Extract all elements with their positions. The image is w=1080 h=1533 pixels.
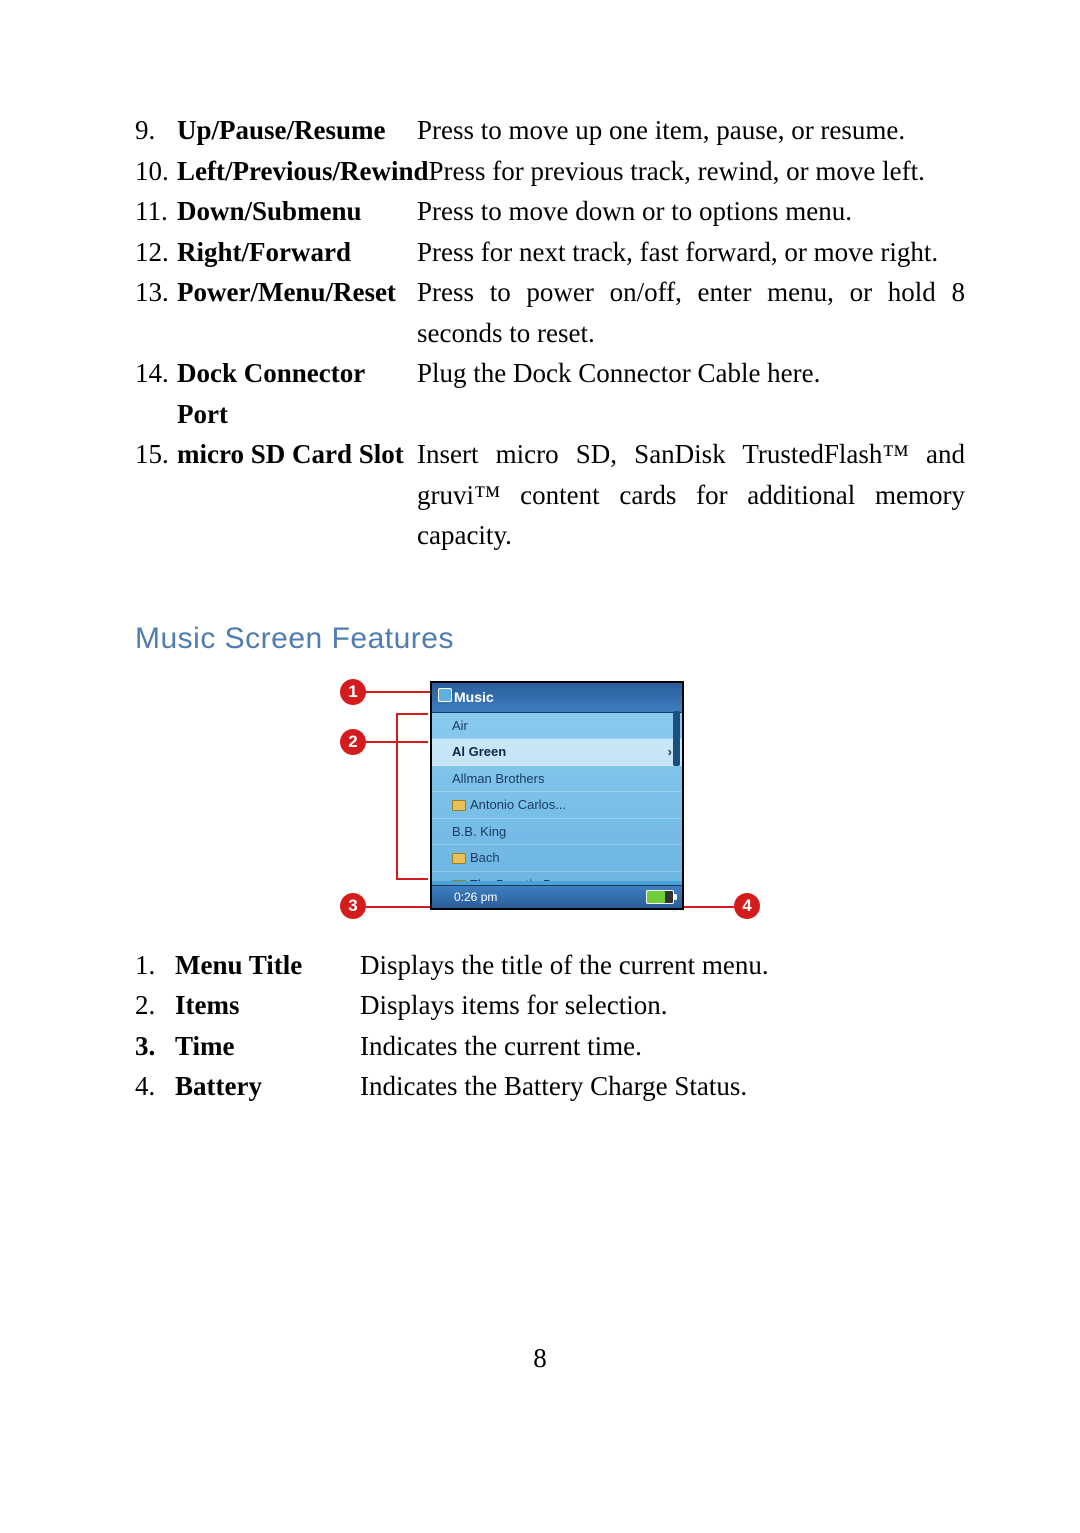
features-row: 3. Time Indicates the current time. [135,1026,965,1067]
features-row: 1. Menu Title Displays the title of the … [135,945,965,986]
item-label: micro SD Card Slot [177,434,417,475]
device-screen: Music Air Al Green Allman Brothers Anton… [430,681,684,910]
list-item: B.B. King [432,819,682,846]
screen-time: 0:26 pm [454,888,497,906]
callout-4: 4 [734,893,760,919]
list-item-text: B.B. King [452,824,506,839]
list-item-text: Bach [470,850,500,865]
item-number: 12. [135,232,177,273]
controls-row: 15. micro SD Card Slot Insert micro SD, … [135,434,965,556]
folder-icon [452,853,466,864]
item-number: 9. [135,110,177,151]
screen-status-bar: 0:26 pm [432,885,682,908]
controls-row: 10. Left/Previous/Rewind Press for previ… [135,151,965,192]
callout-line [396,713,398,878]
item-label: Power/Menu/Reset [177,272,417,313]
feature-number: 4. [135,1066,175,1107]
item-label: Down/Submenu [177,191,417,232]
list-item-text: Allman Brothers [452,771,544,786]
item-number: 14. [135,353,177,394]
item-number: 13. [135,272,177,313]
item-desc: Press for previous track, rewind, or mov… [429,151,966,192]
list-item: The Beastie Boys [432,872,682,881]
features-row: 2. Items Displays items for selection. [135,985,965,1026]
battery-icon [646,890,674,904]
feature-desc: Indicates the Battery Charge Status. [360,1066,965,1107]
manual-page: 9. Up/Pause/Resume Press to move up one … [0,0,1080,1533]
scrollbar [673,711,680,766]
folder-icon [452,800,466,811]
item-label: Up/Pause/Resume [177,110,417,151]
item-desc: Insert micro SD, SanDisk TrustedFlash™ a… [417,434,965,556]
callout-line [682,906,734,908]
feature-number: 3. [135,1026,175,1067]
callout-line [396,878,428,880]
controls-list: 9. Up/Pause/Resume Press to move up one … [135,110,965,556]
feature-desc: Indicates the current time. [360,1026,965,1067]
device-figure: 1 2 3 4 Music Air Al Green Allman Brothe… [330,671,770,931]
callout-2: 2 [340,729,366,755]
features-row: 4. Battery Indicates the Battery Charge … [135,1066,965,1107]
screen-menu-title: Music [432,683,682,713]
features-list: 1. Menu Title Displays the title of the … [135,945,965,1107]
item-desc: Press to power on/off, enter menu, or ho… [417,272,965,353]
folder-icon [452,880,466,881]
feature-label: Battery [175,1066,360,1107]
list-item-text: Air [452,718,468,733]
feature-number: 2. [135,985,175,1026]
list-item: Bach [432,845,682,872]
list-item: Allman Brothers [432,766,682,793]
item-desc: Press to move up one item, pause, or res… [417,110,965,151]
item-label: Right/Forward [177,232,417,273]
feature-label: Menu Title [175,945,360,986]
item-number: 15. [135,434,177,475]
item-desc: Press for next track, fast forward, or m… [417,232,965,273]
item-label: Left/Previous/Rewind [177,151,429,192]
item-number: 10. [135,151,177,192]
list-item-text: Al Green [452,744,506,759]
screen-list: Air Al Green Allman Brothers Antonio Car… [432,713,682,881]
callout-1: 1 [340,679,366,705]
list-item-text: The Beastie Boys [470,877,572,881]
controls-row: 12. Right/Forward Press for next track, … [135,232,965,273]
page-number: 8 [0,1338,1080,1379]
list-item: Antonio Carlos... [432,792,682,819]
feature-desc: Displays the title of the current menu. [360,945,965,986]
controls-row: 9. Up/Pause/Resume Press to move up one … [135,110,965,151]
item-label: Dock Connector Port [177,353,417,434]
feature-label: Time [175,1026,360,1067]
item-desc: Plug the Dock Connector Cable here. [417,353,965,394]
feature-desc: Displays items for selection. [360,985,965,1026]
feature-label: Items [175,985,360,1026]
item-desc: Press to move down or to options menu. [417,191,965,232]
controls-row: 13. Power/Menu/Reset Press to power on/o… [135,272,965,353]
controls-row: 14. Dock Connector Port Plug the Dock Co… [135,353,965,434]
callout-3: 3 [340,893,366,919]
list-item-text: Antonio Carlos... [470,797,566,812]
item-number: 11. [135,191,177,232]
callout-line [396,713,428,715]
section-title: Music Screen Features [135,616,965,661]
list-item: Al Green [432,739,682,766]
list-item: Air [432,713,682,740]
controls-row: 11. Down/Submenu Press to move down or t… [135,191,965,232]
feature-number: 1. [135,945,175,986]
